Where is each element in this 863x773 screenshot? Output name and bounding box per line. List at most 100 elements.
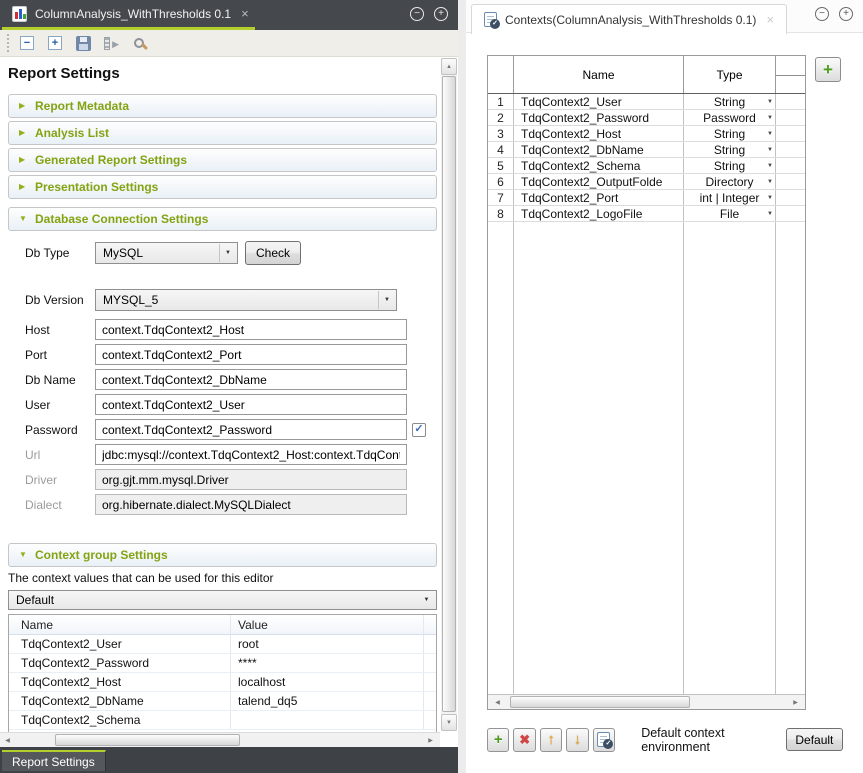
move-up-button[interactable]: ↑ [540,728,562,752]
scrollbar-thumb[interactable] [55,734,240,746]
db-type-value: MySQL [103,246,143,260]
scroll-right-icon[interactable]: ▶ [423,733,438,747]
table-row: 7 TdqContext2_Port int | Integer▼ [488,190,805,206]
section-database-connection-settings[interactable]: ▼ Database Connection Settings [8,207,437,231]
type-column-header[interactable]: Type [684,56,776,93]
chevron-down-icon: ▼ [19,215,28,223]
db-type-combo[interactable]: MySQL ▼ [95,242,238,264]
table-row: 4 TdqContext2_DbName String▼ [488,142,805,158]
chevron-down-icon: ▼ [767,211,773,217]
maximize-icon[interactable]: + [434,7,448,21]
variable-type-cell[interactable]: String▼ [684,142,776,157]
section-context-group-settings[interactable]: ▼ Context group Settings [8,543,437,567]
manage-environments-button[interactable]: ✓ [593,728,615,752]
close-icon[interactable]: × [764,13,774,26]
variable-type-cell[interactable]: File▼ [684,206,776,221]
db-version-combo[interactable]: MYSQL_5 ▼ [95,289,397,311]
section-analysis-list[interactable]: ▶ Analysis List [8,121,437,145]
minimize-icon[interactable]: − [815,7,829,21]
table-row: TdqContext2_Schema [9,711,436,730]
expand-all-button[interactable]: + [46,34,64,52]
variable-type-cell[interactable]: int | Integer▼ [684,190,776,205]
context-name-cell: TdqContext2_Password [9,654,231,672]
context-values-table: Name Value TdqContext2_User root TdqCont… [8,614,437,732]
variable-type-cell[interactable]: String▼ [684,158,776,173]
password-checkbox[interactable]: ✓ [412,423,426,437]
table-row: TdqContext2_Password **** [9,654,436,673]
user-input[interactable] [95,394,407,415]
variable-type-cell[interactable]: String▼ [684,94,776,109]
editor-toolbar: − + ▶ [0,30,458,57]
variable-type-cell[interactable]: Directory▼ [684,174,776,189]
section-report-metadata[interactable]: ▶ Report Metadata [8,94,437,118]
name-column-header[interactable]: Name [9,615,231,634]
scroll-left-icon[interactable]: ◀ [0,733,15,747]
scroll-up-icon[interactable]: ▲ [441,58,457,75]
tab-report-editor[interactable]: ColumnAnalysis_WithThresholds 0.1 × [0,0,263,27]
toolbar-grip[interactable] [7,34,10,52]
maximize-icon[interactable]: + [839,7,853,21]
password-input[interactable] [95,419,407,440]
section-generated-report-settings[interactable]: ▶ Generated Report Settings [8,148,437,172]
context-value-cell[interactable]: root [231,635,423,653]
move-down-button[interactable]: ↓ [566,728,588,752]
remove-button[interactable]: ✖ [513,728,535,752]
dialect-label: Dialect [25,498,95,512]
variable-name-cell[interactable]: TdqContext2_OutputFolde [514,174,684,189]
table-row: 8 TdqContext2_LogoFile File▼ [488,206,805,222]
table-horizontal-scrollbar[interactable]: ◀ ▶ [488,694,805,709]
variable-name-cell[interactable]: TdqContext2_Password [514,110,684,125]
panel-divider[interactable] [458,0,466,773]
value-column-header[interactable]: Value [231,615,423,634]
variable-name-cell[interactable]: TdqContext2_Host [514,126,684,141]
default-environment-button[interactable]: Default [786,728,843,751]
url-input[interactable] [95,444,407,465]
plus-icon: + [494,732,503,747]
add-button[interactable]: + [487,728,509,752]
chevron-down-icon: ▼ [767,99,773,105]
scroll-right-icon[interactable]: ▶ [788,695,803,709]
collapse-all-button[interactable]: − [18,34,36,52]
scroll-down-icon[interactable]: ▼ [441,714,457,731]
chevron-right-icon: ▶ [19,183,28,191]
contexts-footer-toolbar: + ✖ ↑ ↓ ✓ Default context environment De… [487,727,853,752]
scroll-left-icon[interactable]: ◀ [490,695,505,709]
chevron-right-icon: ▶ [19,156,28,164]
close-icon[interactable]: × [239,7,249,20]
run-report-button[interactable]: ▶ [102,34,120,52]
context-value-cell[interactable]: localhost [231,673,423,691]
tab-report-settings[interactable]: Report Settings [2,750,106,771]
context-environment-combo[interactable]: Default ▼ [8,590,437,610]
horizontal-scrollbar[interactable]: ◀ ▶ [0,732,440,747]
context-value-cell[interactable] [231,711,423,729]
variable-name-cell[interactable]: TdqContext2_Port [514,190,684,205]
variable-name-cell[interactable]: TdqContext2_User [514,94,684,109]
scrollbar-thumb[interactable] [510,696,690,708]
variable-name-cell[interactable]: TdqContext2_DbName [514,142,684,157]
context-value-cell[interactable]: **** [231,654,423,672]
variable-name-cell[interactable]: TdqContext2_Schema [514,158,684,173]
save-button[interactable] [74,34,92,52]
scrollbar-thumb[interactable] [442,76,456,712]
vertical-scrollbar[interactable]: ▲ ▼ [441,58,457,731]
variable-type-cell[interactable]: Password▼ [684,110,776,125]
check-button[interactable]: Check [245,241,301,265]
add-context-variable-button[interactable]: + [815,57,841,82]
context-variables-table: Name Type 1 TdqContext2_User String▼ 2 T… [487,55,806,710]
variable-name-cell[interactable]: TdqContext2_LogoFile [514,206,684,221]
row-number-cell: 7 [488,190,514,205]
host-input[interactable] [95,319,407,340]
db-name-input[interactable] [95,369,407,390]
variable-type-cell[interactable]: String▼ [684,126,776,141]
port-input[interactable] [95,344,407,365]
user-label: User [25,398,95,412]
minimize-icon[interactable]: − [410,7,424,21]
tab-contexts-view[interactable]: ✓ Contexts(ColumnAnalysis_WithThresholds… [471,4,787,34]
report-settings-form: Report Settings ▶ Report Metadata ▶ Anal… [0,57,440,732]
chevron-down-icon: ▼ [767,131,773,137]
context-value-cell[interactable]: talend_dq5 [231,692,423,710]
search-button[interactable] [130,34,148,52]
name-column-header[interactable]: Name [514,56,684,93]
table-row: 5 TdqContext2_Schema String▼ [488,158,805,174]
section-presentation-settings[interactable]: ▶ Presentation Settings [8,175,437,199]
